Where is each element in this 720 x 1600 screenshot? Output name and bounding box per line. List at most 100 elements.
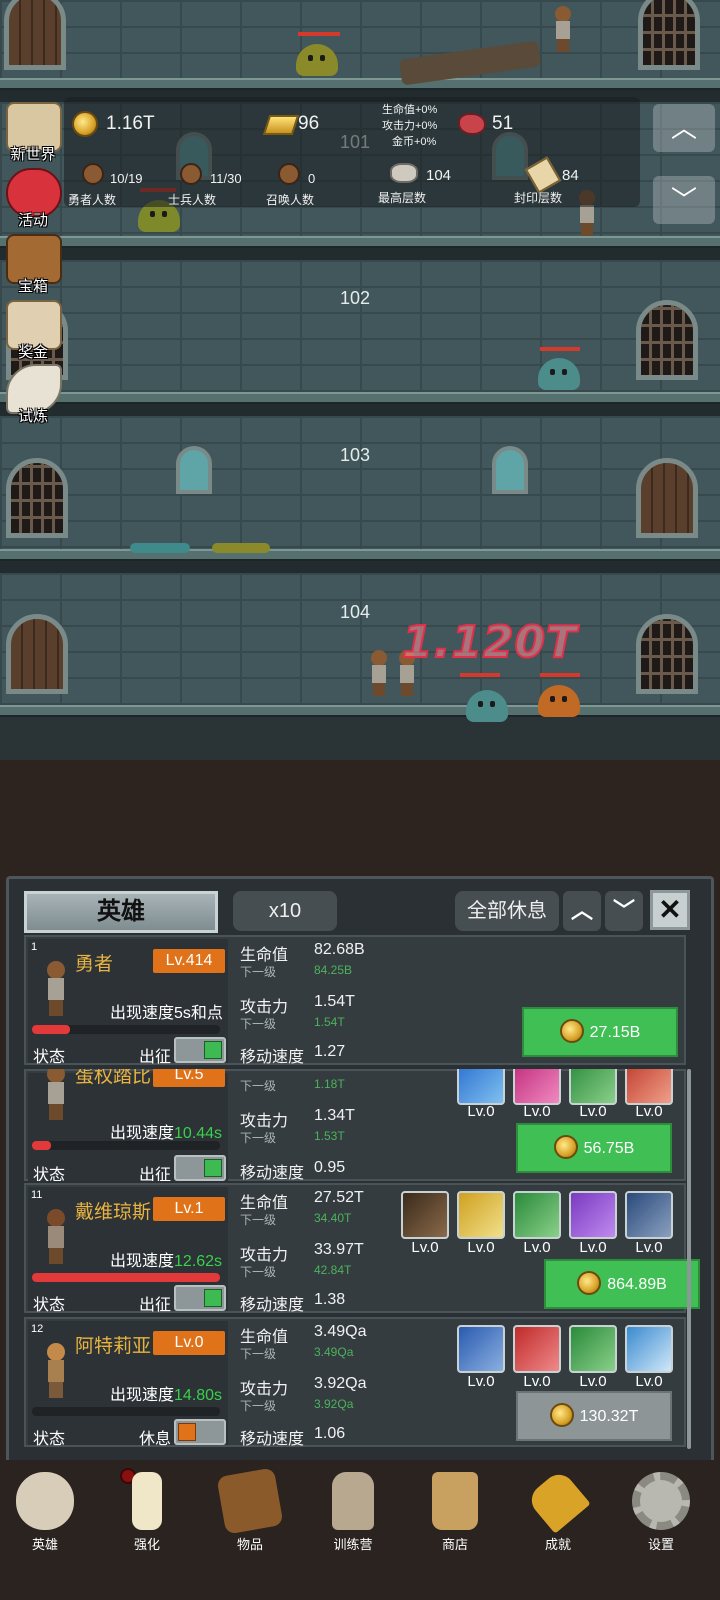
side-menu-chest[interactable]: 宝箱 bbox=[2, 232, 64, 295]
multiplier-button[interactable]: x10 bbox=[233, 891, 337, 931]
sword-skill-icon[interactable] bbox=[513, 1325, 561, 1373]
atk-value: 3.92Qa bbox=[314, 1375, 367, 1392]
side-menu-event[interactable]: 活动 bbox=[2, 166, 64, 229]
nav-label: 训练营 bbox=[333, 1537, 373, 1552]
spawn-speed: 出现速度14.80s bbox=[110, 1387, 223, 1404]
hero-card-left: 12 阿特莉亚 Lv.0 出现速度14.80s 状态 休息 bbox=[28, 1321, 228, 1448]
nav-items[interactable]: 物品 bbox=[205, 1467, 295, 1568]
summon-count: 0 bbox=[308, 171, 316, 186]
meat-amount: 51 bbox=[492, 113, 514, 134]
nav-label: 设置 bbox=[647, 1537, 674, 1552]
gate-icon bbox=[6, 458, 68, 538]
scroll-up-button[interactable]: ︿ bbox=[653, 104, 715, 152]
enemy-hp-bar bbox=[460, 673, 500, 677]
floor-number: 102 bbox=[340, 288, 371, 308]
side-menu-label: 试炼 bbox=[17, 408, 48, 425]
atk-next: 42.84T bbox=[314, 1263, 352, 1277]
hero-card[interactable]: 11 戴维琼斯 Lv.1 出现速度12.62s 状态 出征 生命值 27.52T… bbox=[24, 1183, 700, 1314]
hp-value: 82.68B bbox=[314, 941, 365, 958]
deploy-toggle[interactable] bbox=[174, 1155, 226, 1181]
state-label: 状态 bbox=[33, 1297, 66, 1314]
atk-next: 1.54T bbox=[314, 1015, 345, 1029]
floor-104 bbox=[0, 573, 720, 713]
hero-card[interactable]: 蛋权踏比 Lv.5 出现速度10.44s 状态 出征 下一级 1.18T 攻击力… bbox=[24, 1069, 686, 1181]
hero-level: Lv.414 bbox=[153, 949, 225, 973]
soldier-face-icon bbox=[180, 163, 202, 185]
nav-upgrade[interactable]: 强化 bbox=[102, 1468, 192, 1568]
scroll-down-button[interactable]: ﹀ bbox=[653, 176, 715, 224]
hp-next: 34.40T bbox=[314, 1211, 352, 1225]
chevron-down-icon[interactable]: ﹀ bbox=[605, 891, 643, 931]
nav-settings[interactable]: 设置 bbox=[616, 1468, 706, 1568]
hero-portrait bbox=[43, 1209, 69, 1267]
side-menu-trial[interactable]: 试炼 bbox=[2, 362, 64, 425]
shield-skill-icon[interactable] bbox=[457, 1325, 505, 1373]
mug-icon bbox=[432, 1472, 478, 1530]
shield-skill-icon[interactable] bbox=[401, 1191, 449, 1239]
side-menu-bonus[interactable]: 奖金 bbox=[2, 298, 64, 361]
chevron-up-icon[interactable]: ︿ bbox=[563, 891, 601, 931]
hero-tab[interactable]: 英雄 bbox=[24, 891, 218, 933]
skill-level: Lv.0 bbox=[635, 1103, 663, 1120]
bomb-skill-icon[interactable] bbox=[625, 1191, 673, 1239]
sword-skill-icon[interactable] bbox=[457, 1191, 505, 1239]
gold-amount: 1.16T bbox=[106, 113, 155, 134]
hero-name: 戴维琼斯 bbox=[75, 1202, 152, 1223]
deploy-label: 出征 bbox=[139, 1167, 172, 1184]
gear-icon bbox=[632, 1472, 690, 1530]
spawn-speed: 出现速度12.62s bbox=[110, 1253, 223, 1270]
side-menu-new-world[interactable]: 新世界 bbox=[2, 100, 64, 163]
next-label: 下一级 bbox=[240, 1017, 277, 1031]
hero-face-icon bbox=[82, 163, 104, 185]
skill-level: Lv.0 bbox=[579, 1103, 607, 1120]
move-value: 0.95 bbox=[314, 1159, 346, 1176]
state-label: 状态 bbox=[33, 1431, 66, 1448]
hp-label: 生命值 bbox=[240, 947, 289, 964]
hero-card[interactable]: 1 勇者 Lv.414 出现速度5s和点 状态 出征 生命值 82.68B 下一… bbox=[24, 935, 686, 1066]
gate-icon bbox=[636, 300, 698, 380]
hp-next: 84.25B bbox=[314, 963, 353, 977]
rest-all-button[interactable]: 全部休息 bbox=[455, 891, 559, 931]
gold-coin-icon bbox=[559, 1018, 584, 1043]
upgrade-button[interactable]: 27.15B bbox=[522, 1007, 678, 1057]
hero-card[interactable]: 12 阿特莉亚 Lv.0 出现速度14.80s 状态 休息 生命值 3.49Qa… bbox=[24, 1317, 686, 1448]
next-label: 下一级 bbox=[240, 1347, 277, 1361]
door-icon bbox=[636, 458, 698, 538]
hero-card-left: 蛋权踏比 Lv.5 出现速度10.44s 状态 出征 bbox=[28, 1069, 228, 1181]
window-icon bbox=[176, 446, 212, 494]
close-icon[interactable]: ✕ bbox=[650, 890, 690, 930]
deploy-toggle[interactable] bbox=[174, 1285, 226, 1311]
hero-count: 10/19 bbox=[110, 171, 143, 186]
key-icon bbox=[525, 1468, 591, 1534]
nav-achievement[interactable]: 成就 bbox=[513, 1468, 603, 1568]
arrow-skill-icon[interactable] bbox=[569, 1325, 617, 1373]
panel-scrollbar[interactable] bbox=[687, 1069, 691, 1449]
state-label: 状态 bbox=[33, 1167, 66, 1184]
hero-hp-bar bbox=[32, 1141, 220, 1150]
gold-coin-icon bbox=[72, 111, 98, 137]
nav-shop[interactable]: 商店 bbox=[410, 1468, 500, 1568]
stone-icon bbox=[390, 163, 418, 183]
nav-training[interactable]: 训练营 bbox=[308, 1468, 398, 1568]
claw-skill-icon[interactable] bbox=[569, 1191, 617, 1239]
deploy-toggle[interactable] bbox=[174, 1037, 226, 1063]
hero-hp-fill bbox=[32, 1141, 51, 1150]
heart-skill-icon[interactable] bbox=[625, 1325, 673, 1373]
spawn-speed: 出现速度10.44s bbox=[110, 1125, 223, 1142]
upgrade-button[interactable]: 864.89B bbox=[544, 1259, 700, 1309]
boot-skill-icon[interactable] bbox=[513, 1191, 561, 1239]
hero-hp-bar bbox=[32, 1273, 220, 1282]
floor-number: 103 bbox=[340, 445, 371, 465]
atk-value: 1.34T bbox=[314, 1107, 355, 1124]
skill-level: Lv.0 bbox=[635, 1239, 663, 1256]
atk-label: 攻击力 bbox=[240, 1113, 289, 1130]
next-label: 下一级 bbox=[240, 1131, 277, 1145]
upgrade-button[interactable]: 130.32T bbox=[516, 1391, 672, 1441]
rest-toggle[interactable] bbox=[174, 1419, 226, 1445]
atk-label: 攻击力 bbox=[240, 999, 289, 1016]
nav-hero[interactable]: 英雄 bbox=[0, 1468, 90, 1568]
next-label: 下一级 bbox=[240, 1079, 277, 1093]
side-menu-label: 新世界 bbox=[10, 146, 56, 163]
move-label: 移动速度 bbox=[240, 1049, 305, 1066]
upgrade-button[interactable]: 56.75B bbox=[516, 1123, 672, 1173]
